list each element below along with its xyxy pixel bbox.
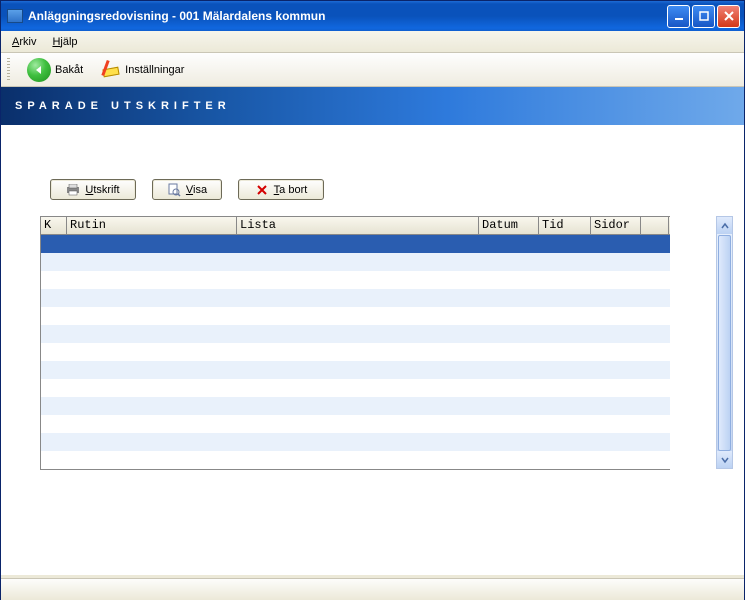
title-bar: Anläggningsredovisning - 001 Mälardalens… [1, 1, 744, 31]
menu-arkiv[interactable]: Arkiv [5, 34, 43, 50]
toolbar-handle [7, 58, 10, 82]
show-button[interactable]: Visa [152, 179, 222, 200]
page-banner: SPARADE UTSKRIFTER [1, 87, 744, 125]
col-blank [641, 217, 669, 234]
print-button[interactable]: Utskrift [50, 179, 136, 200]
table-row[interactable] [41, 325, 670, 343]
col-sidor[interactable]: Sidor [591, 217, 641, 234]
table-row[interactable] [41, 307, 670, 325]
toolbar-back-label: Bakåt [55, 64, 83, 76]
vertical-scrollbar[interactable] [716, 216, 733, 469]
printouts-table: K Rutin Lista Datum Tid Sidor [40, 216, 670, 470]
table-header: K Rutin Lista Datum Tid Sidor [41, 217, 670, 235]
action-buttons: Utskrift Visa Ta bort [2, 125, 743, 200]
window-frame: Anläggningsredovisning - 001 Mälardalens… [0, 0, 745, 600]
status-bar [1, 578, 744, 600]
col-datum[interactable]: Datum [479, 217, 539, 234]
delete-icon [255, 183, 269, 197]
app-icon [7, 9, 23, 23]
col-rutin[interactable]: Rutin [67, 217, 237, 234]
close-icon [723, 10, 735, 22]
table-row[interactable] [41, 361, 670, 379]
chevron-down-icon [721, 456, 729, 464]
preview-icon [167, 183, 181, 197]
minimize-button[interactable] [667, 5, 690, 28]
table-row[interactable] [41, 271, 670, 289]
menu-hjalp[interactable]: Hjälp [45, 34, 84, 50]
col-tid[interactable]: Tid [539, 217, 591, 234]
col-lista[interactable]: Lista [237, 217, 479, 234]
printer-icon [66, 183, 80, 197]
toolbar-back-button[interactable]: Bakåt [24, 56, 86, 84]
toolbar-settings-button[interactable]: Inställningar [98, 56, 187, 84]
table-row[interactable] [41, 433, 670, 451]
table-body [41, 235, 670, 469]
content-area: Utskrift Visa Ta bort K Rutin List [1, 125, 744, 575]
back-icon [27, 58, 51, 82]
table-row[interactable] [41, 379, 670, 397]
maximize-icon [698, 10, 710, 22]
scroll-up-button[interactable] [717, 217, 732, 234]
table-container: K Rutin Lista Datum Tid Sidor [40, 216, 715, 470]
chevron-up-icon [721, 222, 729, 230]
toolbar: Bakåt Inställningar [1, 53, 744, 87]
col-k[interactable]: K [41, 217, 67, 234]
settings-icon [101, 60, 121, 80]
table-row[interactable] [41, 253, 670, 271]
table-row[interactable] [41, 235, 670, 253]
table-row[interactable] [41, 343, 670, 361]
scroll-down-button[interactable] [717, 451, 732, 468]
scroll-thumb[interactable] [718, 235, 731, 451]
maximize-button[interactable] [692, 5, 715, 28]
table-row[interactable] [41, 415, 670, 433]
table-row[interactable] [41, 397, 670, 415]
page-title: SPARADE UTSKRIFTER [15, 100, 231, 112]
delete-button[interactable]: Ta bort [238, 179, 324, 200]
minimize-icon [673, 10, 685, 22]
window-title: Anläggningsredovisning - 001 Mälardalens… [28, 9, 667, 23]
menu-bar: Arkiv Hjälp [1, 31, 744, 53]
table-row[interactable] [41, 451, 670, 469]
close-button[interactable] [717, 5, 740, 28]
toolbar-settings-label: Inställningar [125, 64, 184, 76]
table-row[interactable] [41, 289, 670, 307]
